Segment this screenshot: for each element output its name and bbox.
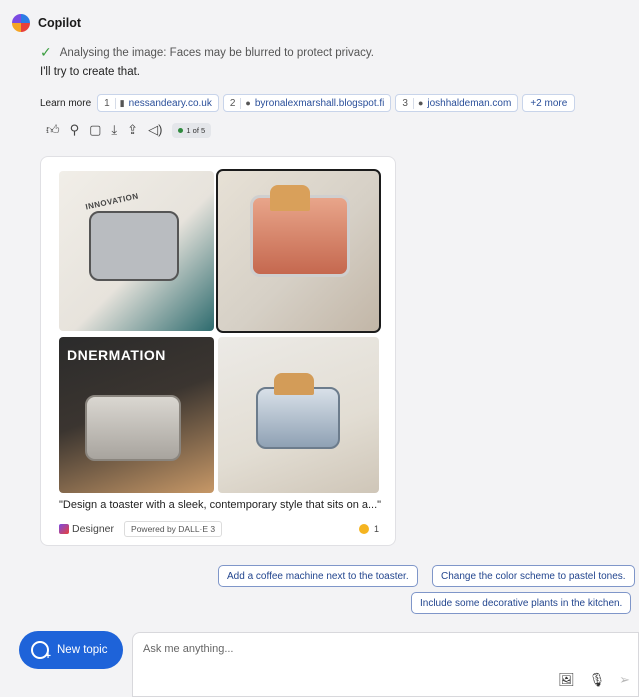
thumbs-down-icon[interactable]: ⚲ (70, 122, 80, 138)
generated-image-4[interactable] (218, 337, 379, 493)
reaction-count[interactable]: 1 (358, 524, 379, 534)
bread-slice (270, 185, 310, 211)
image-grid: INNOVATION DNERMATION (59, 169, 383, 493)
learn-more-bar: Learn more 1 ▮ nessandeary.co.uk 2 ● byr… (40, 94, 576, 112)
new-topic-button[interactable]: New topic (19, 631, 123, 669)
microphone-icon[interactable]: 🎙︎ (589, 672, 606, 688)
generated-image-3[interactable]: DNERMATION (59, 337, 214, 493)
source-chip-label: joshhaldeman.com (427, 97, 512, 109)
composer-tools: 🖼︎ 🎙︎ ➢ (558, 672, 630, 688)
generated-image-2[interactable] (216, 169, 381, 333)
download-icon[interactable]: ⤓ (111, 122, 117, 138)
new-topic-icon (31, 641, 51, 662)
designer-link[interactable]: Designer (59, 523, 114, 535)
source-chip-label: nessandeary.co.uk (128, 97, 212, 109)
image-caption: DNERMATION (67, 347, 166, 363)
bread-slice (274, 373, 314, 395)
toaster-illustration (256, 387, 340, 449)
suggestion-decorative-plants[interactable]: Include some decorative plants in the ki… (411, 592, 632, 614)
source-chip-2[interactable]: 2 ● byronalexmarshall.blogspot.fi (222, 94, 392, 112)
image-result-card: INNOVATION DNERMATION "Design a toaster … (40, 156, 396, 546)
toaster-illustration (85, 395, 181, 461)
globe-icon: ● (417, 98, 424, 108)
response-pager[interactable]: 1 of 5 (172, 122, 212, 138)
app-title: Copilot (38, 16, 82, 30)
image-caption: INNOVATION (84, 191, 140, 212)
globe-icon: ● (245, 98, 251, 108)
source-chip-1[interactable]: 1 ▮ nessandeary.co.uk (97, 94, 219, 112)
powered-by-badge: Powered by DALL·E 3 (124, 521, 223, 537)
image-upload-icon[interactable]: 🖼︎ (558, 672, 575, 688)
source-chip-3[interactable]: 3 ● joshhaldeman.com (395, 94, 519, 112)
document-icon: ▮ (119, 97, 125, 108)
analysis-status: ✓ Analysing the image: Faces may be blur… (40, 44, 374, 61)
message-actions: 👍︎ ⚲ ▢ ⤓ ⇪ ◁) 1 of 5 (46, 122, 212, 138)
app-header: Copilot (12, 14, 81, 32)
chat-composer: 🖼︎ 🎙︎ ➢ (132, 632, 639, 697)
send-icon[interactable]: ➢ (619, 672, 630, 688)
image-card-footer: Designer Powered by DALL·E 3 1 (59, 521, 379, 537)
pager-dot-icon (178, 127, 184, 133)
emoji-icon (358, 524, 369, 534)
suggestion-coffee-machine[interactable]: Add a coffee machine next to the toaster… (218, 565, 418, 587)
learn-more-label: Learn more (40, 97, 92, 109)
share-icon[interactable]: ⇪ (127, 122, 138, 138)
chat-input[interactable] (143, 643, 623, 655)
toaster-illustration (89, 211, 179, 281)
assistant-reply: I'll try to create that. (40, 66, 140, 78)
copy-icon[interactable]: ▢ (89, 122, 101, 138)
more-sources-button[interactable]: +2 more (522, 94, 576, 112)
speaker-icon[interactable]: ◁) (148, 122, 162, 138)
thumbs-up-icon[interactable]: 👍︎ (46, 122, 60, 138)
analysis-status-text: Analysing the image: Faces may be blurre… (59, 46, 375, 59)
copilot-logo-icon (12, 14, 30, 32)
checkmark-icon: ✓ (40, 44, 52, 60)
source-chip-label: byronalexmarshall.blogspot.fi (254, 97, 385, 109)
suggestion-pastel-tones[interactable]: Change the color scheme to pastel tones. (432, 565, 635, 587)
image-prompt-text: "Design a toaster with a sleek, contempo… (59, 499, 382, 511)
generated-image-1[interactable]: INNOVATION (59, 171, 214, 331)
designer-logo-icon (59, 524, 69, 534)
